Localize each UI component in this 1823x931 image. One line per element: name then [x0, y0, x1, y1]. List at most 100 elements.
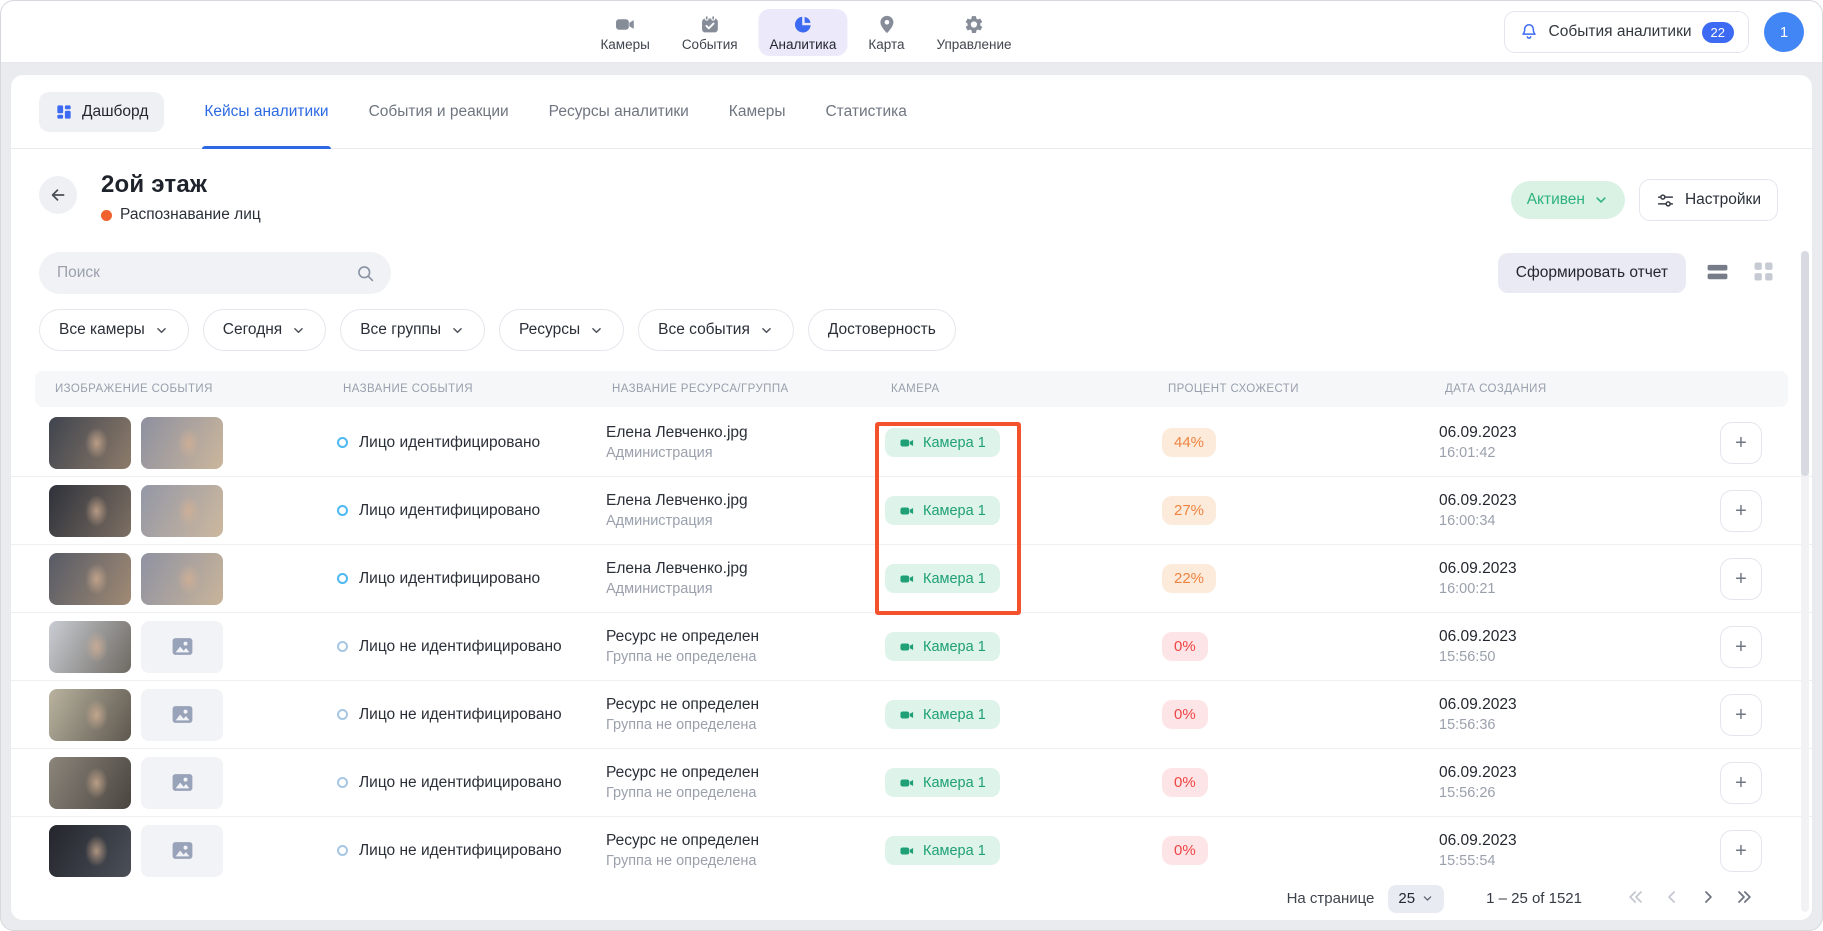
- user-avatar[interactable]: 1: [1764, 12, 1804, 52]
- camera-chip[interactable]: Камера 1: [885, 632, 1000, 661]
- table-body: Лицо идентифицировано Елена Левченко.jpg А…: [11, 409, 1812, 885]
- add-button[interactable]: +: [1720, 557, 1762, 600]
- image-placeholder-icon: [170, 702, 195, 727]
- add-button[interactable]: +: [1720, 693, 1762, 736]
- camera-label: Камера 1: [923, 434, 986, 451]
- resource-group: Группа не определена: [606, 649, 757, 665]
- similarity-badge: 0%: [1162, 700, 1208, 729]
- nav-item-map[interactable]: Карта: [857, 9, 915, 56]
- camera-label: Камера 1: [923, 638, 986, 655]
- next-page-button[interactable]: [1698, 887, 1718, 910]
- similarity-badge: 0%: [1162, 768, 1208, 797]
- camera-chip[interactable]: Камера 1: [885, 496, 1000, 525]
- list-view-button[interactable]: [1703, 257, 1732, 289]
- filter-resources[interactable]: Ресурсы: [499, 309, 625, 351]
- filter-today[interactable]: Сегодня: [202, 309, 327, 351]
- tab-cameras[interactable]: Камеры: [729, 75, 786, 149]
- column-header: ИЗОБРАЖЕНИЕ СОБЫТИЯ: [55, 383, 213, 395]
- per-page-value: 25: [1398, 890, 1416, 907]
- event-date: 06.09.2023: [1439, 628, 1517, 645]
- toolbar-right: Сформировать отчет: [1497, 253, 1778, 293]
- event-image-thumbnail[interactable]: [49, 756, 131, 809]
- image-placeholder-icon: [170, 770, 195, 795]
- event-image-thumbnail[interactable]: [141, 484, 223, 537]
- similarity-cell: 44%: [1162, 428, 1439, 457]
- event-image-thumbnail[interactable]: [49, 688, 131, 741]
- event-name: Лицо не идентифицировано: [359, 705, 562, 723]
- event-name: Лицо идентифицировано: [359, 433, 541, 451]
- nav-item-label: Карта: [868, 36, 905, 52]
- tab-dashboard[interactable]: Дашборд: [39, 91, 165, 132]
- previous-page-button[interactable]: [1662, 887, 1682, 910]
- event-image-thumbnail[interactable]: [49, 824, 131, 877]
- status-ring-icon: [337, 845, 348, 856]
- nav-item-management[interactable]: Управление: [926, 9, 1023, 56]
- tab-statistics[interactable]: Статистика: [825, 75, 906, 149]
- back-button[interactable]: [39, 176, 77, 214]
- event-time: 16:00:21: [1439, 581, 1496, 597]
- scrollbar-thumb[interactable]: [1801, 251, 1809, 476]
- camera-cell: Камера 1: [885, 768, 1162, 797]
- camera-chip[interactable]: Камера 1: [885, 768, 1000, 797]
- scrollbar[interactable]: [1801, 251, 1809, 912]
- actions-cell: +: [1710, 761, 1812, 804]
- case-type: Распознавание лиц: [101, 206, 261, 224]
- search-icon[interactable]: [356, 264, 375, 283]
- event-image-thumbnail[interactable]: [49, 552, 131, 605]
- column-header: НАЗВАНИЕ СОБЫТИЯ: [343, 383, 473, 395]
- date-cell: 06.09.2023 15:55:54: [1439, 832, 1710, 869]
- camera-chip[interactable]: Камера 1: [885, 564, 1000, 593]
- event-image-thumbnail[interactable]: [49, 416, 131, 469]
- tab-label: Статистика: [825, 102, 907, 120]
- camera-chip-icon: [899, 503, 915, 519]
- nav-item-label: Управление: [936, 36, 1012, 52]
- resource-group: Группа не определена: [606, 717, 757, 733]
- settings-button[interactable]: Настройки: [1638, 179, 1778, 221]
- camera-chip[interactable]: Камера 1: [885, 428, 1000, 457]
- status-dropdown[interactable]: Активен: [1510, 181, 1625, 219]
- first-page-button[interactable]: [1626, 887, 1646, 910]
- event-image-thumbnail[interactable]: [141, 552, 223, 605]
- status-label: Активен: [1526, 191, 1585, 208]
- camera-cell: Камера 1: [885, 700, 1162, 729]
- chevron-down-icon: [1593, 192, 1609, 208]
- pagination-range: 1 – 25 of 1521: [1486, 890, 1582, 907]
- grid-view-button[interactable]: [1749, 257, 1778, 289]
- camera-chip-icon: [899, 435, 915, 451]
- filter-confidence[interactable]: Достоверность: [807, 309, 956, 351]
- filter-label: Ресурсы: [519, 321, 581, 338]
- resource-group: Группа не определена: [606, 785, 757, 801]
- chevron-down-icon: [1421, 892, 1434, 905]
- actions-cell: +: [1710, 557, 1812, 600]
- nav-item-events[interactable]: События: [671, 9, 749, 56]
- camera-chip[interactable]: Камера 1: [885, 700, 1000, 729]
- chevron-down-icon: [589, 323, 604, 338]
- last-page-button[interactable]: [1734, 887, 1754, 910]
- tab-events-reactions[interactable]: События и реакции: [369, 75, 509, 149]
- camera-chip[interactable]: Камера 1: [885, 836, 1000, 865]
- filter-all-events[interactable]: Все события: [638, 309, 794, 351]
- filter-label: Все группы: [360, 321, 441, 338]
- similarity-cell: 0%: [1162, 836, 1439, 865]
- tab-analytics-cases[interactable]: Кейсы аналитики: [202, 75, 331, 149]
- add-button[interactable]: +: [1720, 421, 1762, 464]
- tab-analytics-resources[interactable]: Ресурсы аналитики: [549, 75, 689, 149]
- per-page-select[interactable]: 25: [1388, 884, 1445, 913]
- analytics-events-button[interactable]: События аналитики 22: [1503, 11, 1749, 53]
- add-button[interactable]: +: [1720, 489, 1762, 532]
- filter-all-cameras[interactable]: Все камеры: [39, 309, 189, 351]
- event-date: 06.09.2023: [1439, 424, 1517, 441]
- analytics-events-label: События аналитики: [1548, 23, 1692, 40]
- nav-item-cameras[interactable]: Камеры: [589, 9, 660, 56]
- case-actions: Активен Настройки: [1510, 179, 1778, 221]
- generate-report-button[interactable]: Сформировать отчет: [1497, 253, 1686, 293]
- add-button[interactable]: +: [1720, 829, 1762, 872]
- event-image-thumbnail[interactable]: [141, 416, 223, 469]
- nav-item-analytics[interactable]: Аналитика: [758, 8, 848, 56]
- event-image-thumbnail[interactable]: [49, 620, 131, 673]
- add-button[interactable]: +: [1720, 625, 1762, 668]
- add-button[interactable]: +: [1720, 761, 1762, 804]
- event-image-thumbnail[interactable]: [49, 484, 131, 537]
- search-input[interactable]: [57, 264, 356, 282]
- filter-all-groups[interactable]: Все группы: [340, 309, 485, 351]
